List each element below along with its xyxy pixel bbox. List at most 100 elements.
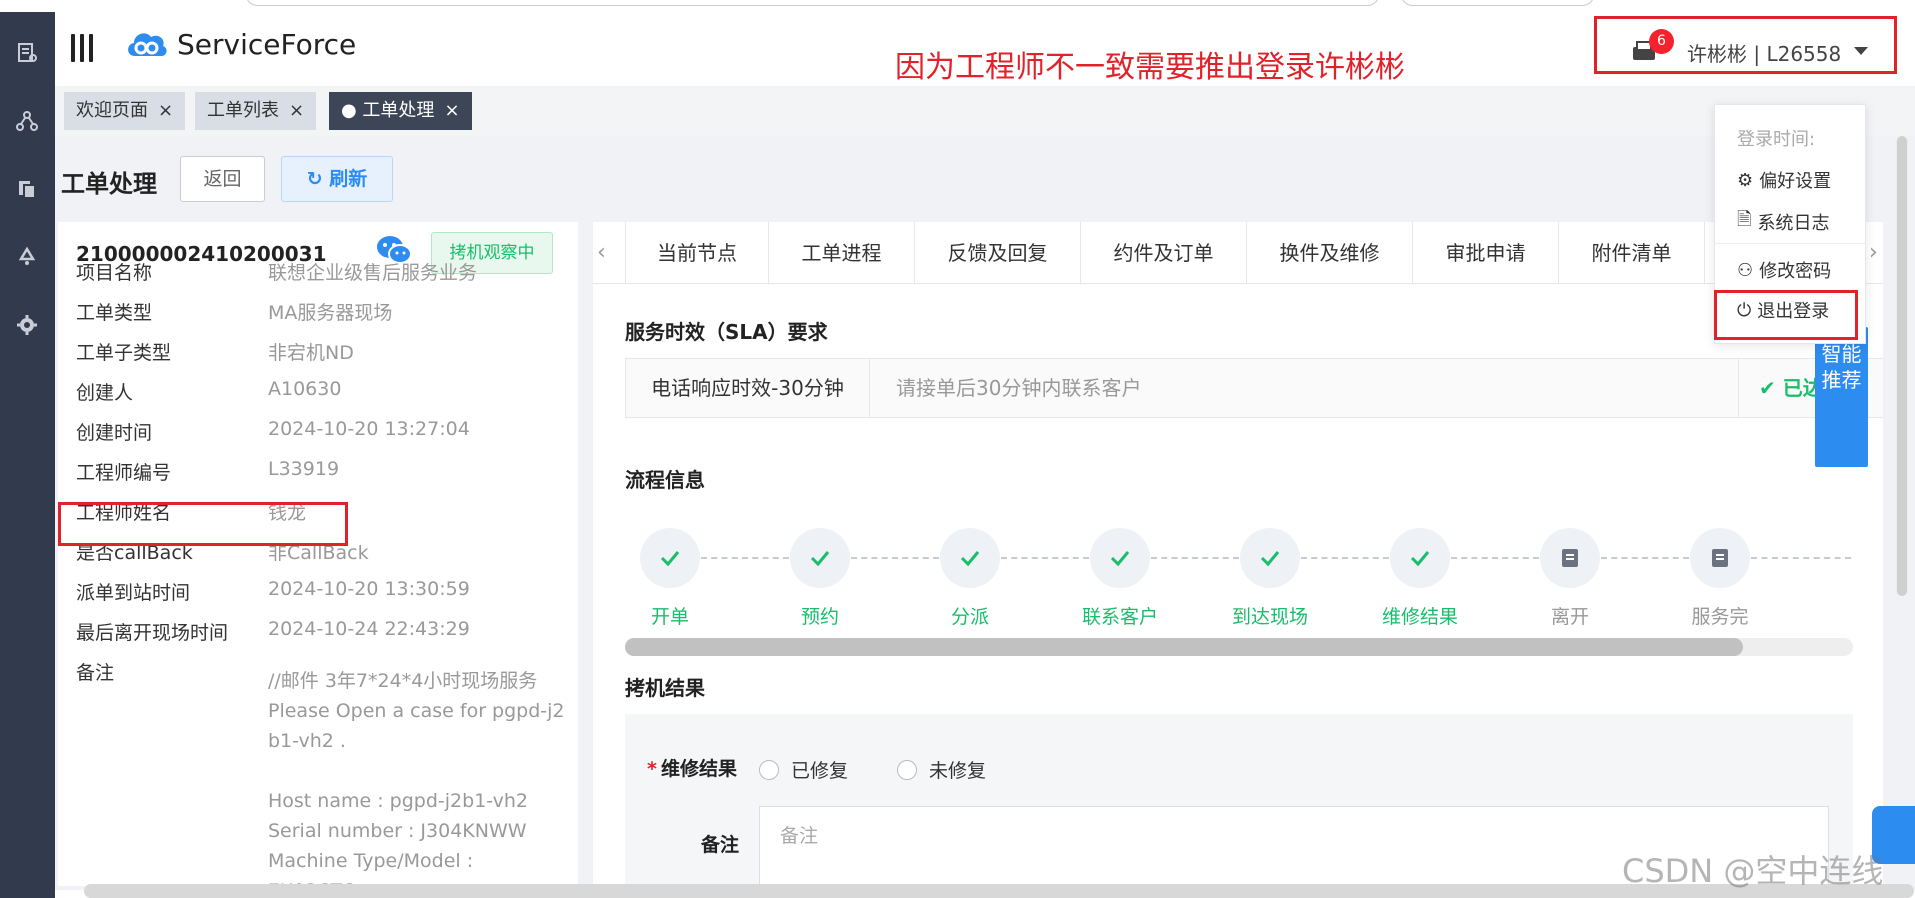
- field-value: L33919: [268, 458, 340, 480]
- tab-parts-orders[interactable]: 约件及订单: [1081, 222, 1247, 284]
- menu-item-system-log[interactable]: 🗎 系统日志: [1737, 207, 1829, 237]
- refresh-icon: ↻: [306, 168, 323, 190]
- tab-label: 欢迎页面: [76, 100, 148, 121]
- tab-label: 工单列表: [207, 100, 279, 121]
- recycle-icon[interactable]: [14, 244, 40, 270]
- tab-replace-repair[interactable]: 换件及维修: [1247, 222, 1413, 284]
- tab-approval[interactable]: 审批申请: [1413, 222, 1559, 284]
- step-label: 预约: [800, 606, 839, 628]
- remark-line: [268, 756, 568, 786]
- flow-step: 分派: [925, 528, 1015, 629]
- menu-item-preferences[interactable]: ⚙ 偏好设置: [1737, 167, 1831, 193]
- flow-step: 维修结果: [1375, 528, 1465, 629]
- left-sidebar: [0, 12, 55, 898]
- tab-feedback[interactable]: 反馈及回复: [915, 222, 1081, 284]
- browser-search[interactable]: [1400, 0, 1595, 6]
- flow-step: 开单: [625, 528, 715, 629]
- flow-steps: 开单 预约 分派 联系客户 到达现场 维修结果 离开 服务完: [625, 528, 1875, 638]
- menu-toggle-icon[interactable]: [71, 34, 97, 62]
- document-list-icon[interactable]: [14, 40, 40, 66]
- field-value: 2024-10-24 22:43:29: [268, 618, 470, 640]
- step-label: 分派: [950, 606, 989, 628]
- flow-scrollbar[interactable]: [625, 638, 1853, 656]
- scrollbar-thumb[interactable]: [1897, 136, 1907, 596]
- close-icon[interactable]: ×: [444, 100, 459, 121]
- gear-icon[interactable]: [14, 312, 40, 338]
- radio-circle[interactable]: [897, 759, 917, 780]
- flow-step: 到达现场: [1225, 528, 1315, 629]
- scrollbar-thumb[interactable]: [625, 638, 1743, 656]
- copy-documents-icon[interactable]: [14, 176, 40, 202]
- field-row: 工单子类型 非宕机ND: [76, 330, 578, 370]
- tab-label: ● 工单处理: [341, 100, 435, 121]
- flow-step: 服务完: [1675, 528, 1765, 629]
- field-label: 创建人: [76, 382, 134, 404]
- menu-item-change-password[interactable]: ⚇ 修改密码: [1737, 257, 1831, 283]
- remark-text: //邮件 3年7*24*4小时现场服务 Please Open a case f…: [268, 666, 568, 886]
- back-button[interactable]: 返回: [180, 156, 265, 202]
- close-icon[interactable]: ×: [289, 100, 304, 121]
- ticket-info-panel: 210000002410200031 拷机观察中 项目名称 联想企业级售后服务业务…: [58, 222, 578, 886]
- tab-ticket-processing[interactable]: ● 工单处理 ×: [329, 92, 472, 130]
- required-mark: *: [647, 758, 657, 780]
- tab-current-node[interactable]: 当前节点: [625, 222, 769, 284]
- engineer-name-highlight: [58, 502, 348, 546]
- ticket-detail-panel: ‹ 当前节点 工单进程 反馈及回复 约件及订单 换件及维修 审批申请 附件清单 …: [593, 222, 1883, 886]
- field-value: 联想企业级售后服务业务: [268, 262, 478, 284]
- network-nodes-icon[interactable]: [14, 108, 40, 134]
- field-label: 工程师编号: [76, 462, 172, 484]
- field-row: 项目名称 联想企业级售后服务业务: [76, 250, 578, 290]
- vertical-scrollbar[interactable]: [1896, 136, 1908, 596]
- field-row: 最后离开现场时间 2024-10-24 22:43:29: [76, 610, 578, 650]
- radio-not-repaired[interactable]: 未修复: [897, 756, 986, 783]
- login-time-label: 登录时间:: [1737, 129, 1816, 150]
- field-row: 创建时间 2024-10-20 13:27:04: [76, 410, 578, 450]
- field-label: 派单到站时间: [76, 582, 191, 604]
- remark-line: Host name : pgpd-j2b1-vh2: [268, 790, 528, 812]
- user-name[interactable]: 许彬彬 | L26558: [1687, 38, 1841, 67]
- field-value: 2024-10-20 13:27:04: [268, 418, 470, 440]
- page-header: 工单处理 返回 ↻ 刷新: [55, 136, 1915, 220]
- field-row: 派单到站时间 2024-10-20 13:30:59: [76, 570, 578, 610]
- field-row: 工单类型 MA服务器现场: [76, 290, 578, 330]
- logout-highlight: [1714, 290, 1858, 340]
- tab-attachments[interactable]: 附件清单: [1559, 222, 1705, 284]
- field-label: 备注: [76, 662, 115, 684]
- radio-circle[interactable]: [759, 759, 779, 780]
- document-icon: [1540, 528, 1600, 588]
- gear-icon: ⚙: [1737, 169, 1754, 191]
- address-bar[interactable]: [245, 0, 1380, 6]
- flow-step: 离开: [1525, 528, 1615, 629]
- step-label: 开单: [650, 606, 689, 628]
- remark-line: //邮件 3年7*24*4小时现场服务: [268, 670, 538, 692]
- tab-welcome[interactable]: 欢迎页面 ×: [64, 92, 186, 130]
- radio-label: 已修复: [791, 760, 849, 782]
- step-label: 维修结果: [1381, 606, 1458, 628]
- refresh-button[interactable]: ↻ 刷新: [281, 156, 393, 202]
- check-icon: [640, 528, 700, 588]
- smart-recommend-button[interactable]: 智能推荐: [1815, 327, 1868, 467]
- radio-label: 未修复: [929, 760, 987, 782]
- menu-item-label: 修改密码: [1759, 261, 1832, 282]
- field-value: MA服务器现场: [268, 302, 393, 324]
- chevron-left-icon[interactable]: ‹: [597, 240, 606, 265]
- chevron-down-icon[interactable]: [1854, 47, 1868, 55]
- tab-ticket-list[interactable]: 工单列表 ×: [195, 92, 317, 130]
- check-icon: [1090, 528, 1150, 588]
- tab-ticket-progress[interactable]: 工单进程: [769, 222, 915, 284]
- field-row: 工程师编号 L33919: [76, 450, 578, 490]
- step-label: 离开: [1550, 606, 1589, 628]
- close-icon[interactable]: ×: [158, 100, 173, 121]
- chevron-right-icon[interactable]: ›: [1869, 240, 1878, 265]
- cloud-logo-icon: [128, 33, 167, 57]
- repair-label-text: 维修结果: [660, 758, 737, 780]
- detail-tabs: ‹ 当前节点 工单进程 反馈及回复 约件及订单 换件及维修 审批申请 附件清单 …: [593, 222, 1883, 284]
- field-label: 最后离开现场时间: [76, 622, 229, 644]
- page-tabs: 欢迎页面 × 工单列表 × ● 工单处理 ×: [55, 86, 1915, 136]
- ticket-fields: 项目名称 联想企业级售后服务业务 工单类型 MA服务器现场 工单子类型 非宕机ND 创…: [76, 250, 578, 690]
- repair-result-label: * 维修结果: [647, 754, 737, 781]
- field-row: 创建人 A10630: [76, 370, 578, 410]
- radio-repaired[interactable]: 已修复: [759, 756, 848, 783]
- field-label: 项目名称: [76, 262, 153, 284]
- app-logo: ServiceForce: [123, 26, 356, 62]
